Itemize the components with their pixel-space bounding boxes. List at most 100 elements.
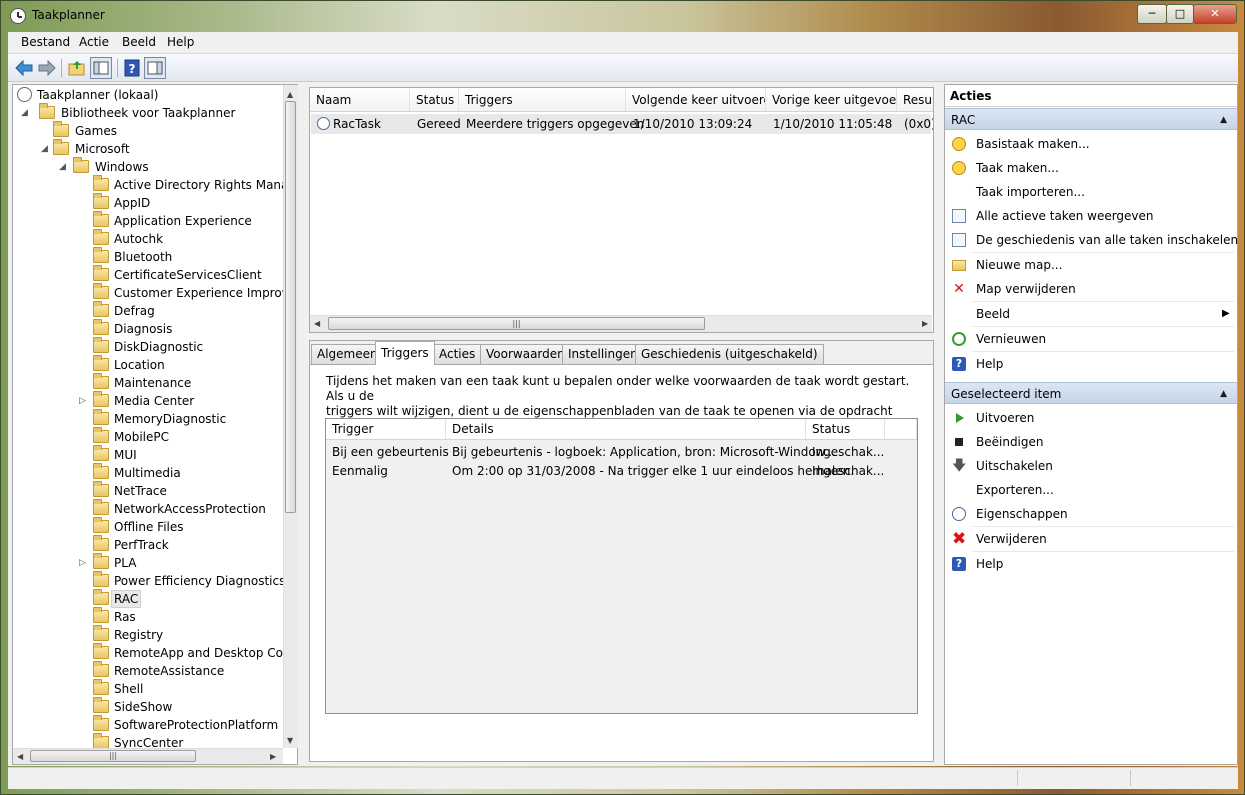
action-view[interactable]: Beeld ▶ <box>950 303 1236 325</box>
menu-beeld[interactable]: Beeld <box>122 35 156 49</box>
back-arrow-icon[interactable] <box>14 58 34 78</box>
task-list-horizontal-scroll-thumb[interactable]: ||| <box>328 317 705 330</box>
action-enable-history[interactable]: De geschiedenis van alle taken inschakel… <box>950 229 1238 251</box>
expanded-triangle-icon[interactable]: ◢ <box>59 158 66 176</box>
maximize-button[interactable]: □ <box>1166 4 1194 24</box>
svg-text:?: ? <box>129 62 136 76</box>
column-header-next-run[interactable]: Volgende keer uitvoeren <box>626 88 766 112</box>
menu-actie[interactable]: Actie <box>79 35 109 49</box>
tree-node-label: Maintenance <box>114 376 192 390</box>
table-row[interactable]: Bij een gebeurtenis Bij gebeurtenis - lo… <box>326 443 916 461</box>
action-label: Beëindigen <box>976 435 1044 449</box>
tree-node-label: Location <box>114 358 165 372</box>
column-header-details[interactable]: Details <box>446 419 806 440</box>
title-bar[interactable]: Taakplanner ─ □ ✕ <box>0 0 1245 32</box>
tree-node-label: Autochk <box>114 232 164 246</box>
help-icon: ? <box>952 357 966 371</box>
show-hide-action-pane-icon[interactable] <box>144 57 166 79</box>
scroll-left-arrow-icon[interactable]: ◀ <box>314 319 320 328</box>
folder-icon <box>93 283 109 299</box>
folder-icon <box>93 481 109 497</box>
collapse-arrow-icon[interactable]: ▲ <box>1220 109 1227 131</box>
action-create-task[interactable]: Taak maken... <box>950 157 1236 179</box>
clock-icon <box>17 87 32 102</box>
folder-icon <box>93 247 109 263</box>
tree-node-label: Multimedia <box>114 466 181 480</box>
toolbar-separator <box>61 59 62 77</box>
action-label: Map verwijderen <box>976 282 1076 296</box>
collapse-arrow-icon[interactable]: ▲ <box>1220 383 1227 405</box>
collapsed-triangle-icon[interactable]: ▷ <box>79 392 86 410</box>
action-import-task[interactable]: Taak importeren... <box>950 181 1236 203</box>
tab-acties[interactable]: Acties <box>433 344 482 364</box>
task-list[interactable]: Naam Status Triggers Volgende keer uitvo… <box>309 87 934 333</box>
scroll-left-arrow-icon[interactable]: ◀ <box>17 752 23 761</box>
menu-help[interactable]: Help <box>167 35 194 49</box>
tree-vertical-scroll-thumb[interactable] <box>285 101 296 513</box>
column-header-last-run[interactable]: Vorige keer uitgevoerd <box>766 88 897 112</box>
scroll-down-arrow-icon[interactable]: ▼ <box>287 736 293 745</box>
column-header-triggers[interactable]: Triggers <box>459 88 626 112</box>
folder-icon <box>93 229 109 245</box>
tab-voorwaarden[interactable]: Voorwaarden <box>480 344 571 364</box>
column-header-trigger-status[interactable]: Status <box>806 419 885 440</box>
action-new-folder[interactable]: Nieuwe map... <box>950 254 1236 276</box>
action-label: Beeld <box>976 307 1010 321</box>
actions-section-selected-item[interactable]: Geselecteerd item ▲ <box>945 382 1237 404</box>
submenu-arrow-icon: ▶ <box>1222 308 1230 319</box>
tree-node-label: Ras <box>114 610 136 624</box>
folder-icon <box>93 211 109 227</box>
actions-section-rac[interactable]: RAC ▲ <box>945 108 1237 130</box>
column-header-result[interactable]: Result <box>897 88 933 112</box>
tree-horizontal-scroll-thumb[interactable]: ||| <box>30 750 196 762</box>
column-header-name[interactable]: Naam <box>310 88 410 112</box>
action-show-running[interactable]: Alle actieve taken weergeven <box>950 205 1236 227</box>
expanded-triangle-icon[interactable]: ◢ <box>41 140 48 158</box>
forward-arrow-icon[interactable] <box>37 58 57 78</box>
menu-bestand[interactable]: Bestand <box>21 35 70 49</box>
folder-icon <box>93 499 109 515</box>
scroll-right-arrow-icon[interactable]: ▶ <box>922 319 928 328</box>
action-label: Basistaak maken... <box>976 137 1090 151</box>
column-header-trigger[interactable]: Trigger <box>326 419 446 440</box>
tab-algemeen[interactable]: Algemeen <box>311 344 384 364</box>
action-end[interactable]: Beëindigen <box>950 431 1236 453</box>
close-button[interactable]: ✕ <box>1193 4 1237 24</box>
expanded-triangle-icon[interactable]: ◢ <box>21 104 28 122</box>
show-hide-console-tree-icon[interactable] <box>90 57 112 79</box>
console-tree[interactable]: Taakplanner (lokaal) ◢ Bibliotheek voor … <box>12 84 298 765</box>
tab-triggers[interactable]: Triggers <box>375 341 435 365</box>
table-row[interactable]: Eenmalig Om 2:00 op 31/03/2008 - Na trig… <box>326 462 916 480</box>
scroll-up-arrow-icon[interactable]: ▲ <box>287 90 293 99</box>
action-basic-task[interactable]: Basistaak maken... <box>950 133 1236 155</box>
actions-pane-title: Acties <box>945 85 1237 107</box>
toolbar <box>8 54 1238 82</box>
action-refresh[interactable]: Vernieuwen <box>950 328 1236 350</box>
action-label: Alle actieve taken weergeven <box>976 209 1154 223</box>
tab-geschiedenis[interactable]: Geschiedenis (uitgeschakeld) <box>635 344 824 364</box>
help-icon[interactable]: ? <box>122 58 142 78</box>
collapsed-triangle-icon[interactable]: ▷ <box>79 554 86 572</box>
action-disable[interactable]: 🡇 Uitschakelen <box>950 455 1236 477</box>
tree-node-label: Diagnosis <box>114 322 173 336</box>
column-header-status[interactable]: Status <box>410 88 459 112</box>
folder-icon <box>93 193 109 209</box>
folder-up-icon[interactable] <box>67 58 87 78</box>
action-export[interactable]: Exporteren... <box>950 479 1236 501</box>
tab-instellingen[interactable]: Instellingen <box>562 344 644 364</box>
table-row[interactable]: RacTask Gereed Meerdere triggers opgegev… <box>311 114 933 134</box>
scroll-right-arrow-icon[interactable]: ▶ <box>270 752 276 761</box>
tree-node-label: NetworkAccessProtection <box>114 502 266 516</box>
status-bar-separator <box>1130 770 1131 786</box>
folder-icon <box>93 319 109 335</box>
action-delete-folder[interactable]: ✕ Map verwijderen <box>950 278 1236 300</box>
action-help[interactable]: ? Help <box>950 353 1236 375</box>
action-help-selected[interactable]: ? Help <box>950 553 1236 575</box>
tree-node-label: Active Directory Rights Managem <box>114 178 298 192</box>
action-properties[interactable]: Eigenschappen <box>950 503 1236 525</box>
tree-node-label: Registry <box>114 628 164 642</box>
action-run[interactable]: Uitvoeren <box>950 407 1236 429</box>
action-delete[interactable]: ✖ Verwijderen <box>950 528 1236 550</box>
minimize-button[interactable]: ─ <box>1137 4 1167 24</box>
tree-node-label: SoftwareProtectionPlatform <box>114 718 279 732</box>
